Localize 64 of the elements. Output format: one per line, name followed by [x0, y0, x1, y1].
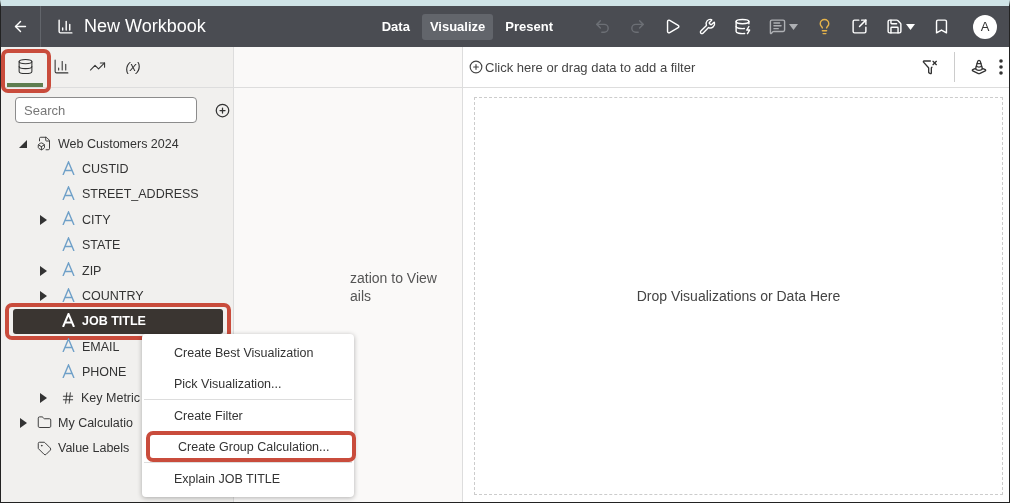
save-icon	[886, 18, 903, 35]
menu-item[interactable]: Pick Visualization...	[142, 368, 354, 399]
hash-icon	[61, 390, 75, 405]
database-icon	[734, 18, 751, 35]
selected-tree-row[interactable]: JOB TITLE	[13, 308, 223, 335]
hint-text: ails	[350, 288, 372, 304]
expand-arrow-icon[interactable]	[39, 265, 47, 276]
redo-icon	[629, 18, 646, 35]
caret-icon	[789, 23, 798, 30]
tree-item[interactable]: PHONE	[82, 365, 127, 380]
tree-item[interactable]: My Calculatio	[58, 416, 134, 430]
more-icon	[999, 59, 1003, 75]
attribute-icon	[61, 363, 76, 381]
menu-item[interactable]: Create Group Calculation...	[146, 431, 356, 462]
expand-arrow-icon[interactable]	[39, 291, 47, 302]
tree-item[interactable]: COUNTRY	[82, 289, 144, 304]
filter-bar[interactable]: Click here or drag data to add a filter	[469, 59, 916, 75]
tree-item[interactable]: EMAIL	[82, 339, 120, 354]
search-field[interactable]: Search	[15, 97, 197, 123]
bookmark-icon	[933, 18, 950, 35]
filter-icon	[922, 59, 938, 75]
expand-arrow-icon[interactable]	[19, 418, 27, 428]
tree-item[interactable]: Key Metric	[81, 390, 141, 405]
tree-item[interactable]: ZIP	[82, 263, 102, 278]
drop-hint: Drop Visualizations or Data Here	[636, 288, 841, 304]
attribute-icon	[61, 160, 76, 178]
user-avatar[interactable]: A	[973, 14, 997, 39]
add-icon	[469, 60, 483, 74]
mode-tab[interactable]: Present	[497, 13, 561, 40]
add-icon	[215, 102, 230, 118]
mode-tab[interactable]: Data	[373, 13, 418, 40]
attribute-icon	[61, 185, 76, 203]
play-icon	[664, 18, 681, 35]
comment-icon	[769, 18, 786, 35]
workbook-icon	[57, 18, 74, 35]
attribute-icon	[61, 287, 76, 305]
caret-icon	[906, 23, 915, 30]
mode-tab[interactable]: Visualize	[421, 13, 494, 40]
attribute-icon	[61, 236, 76, 254]
dataset-icon	[37, 136, 52, 152]
undo-icon	[594, 18, 611, 35]
tag-icon	[37, 440, 52, 456]
hint-text: zation to View	[350, 270, 438, 286]
export-icon	[851, 18, 868, 35]
tree-item[interactable]: STREET_ADDRESS	[82, 187, 199, 202]
menu-item[interactable]: Explain JOB TITLE	[142, 463, 354, 494]
expand-arrow-icon[interactable]	[39, 214, 47, 225]
attribute-icon	[61, 312, 76, 330]
panel-tab[interactable]: (x)	[115, 47, 151, 87]
menu-item[interactable]: Create Filter	[142, 400, 354, 431]
tree-item[interactable]: STATE	[82, 238, 121, 253]
drop-area[interactable]: Drop Visualizations or Data Here	[474, 97, 1003, 495]
folder-icon	[37, 415, 52, 431]
bar-chart-icon	[52, 58, 70, 75]
tree-item[interactable]: Web Customers 2024	[58, 136, 179, 151]
tree-item[interactable]: CUSTID	[82, 162, 129, 177]
tools-icon	[699, 18, 716, 35]
collapse-arrow-icon[interactable]	[19, 138, 27, 149]
tree-item[interactable]: CITY	[82, 212, 111, 227]
workbook-title: New Workbook	[84, 16, 206, 37]
tree-item[interactable]: Value Labels	[58, 441, 130, 456]
database-icon	[16, 58, 34, 75]
menu-item[interactable]: Create Best Visualization	[142, 337, 354, 368]
expand-arrow-icon[interactable]	[39, 392, 47, 403]
